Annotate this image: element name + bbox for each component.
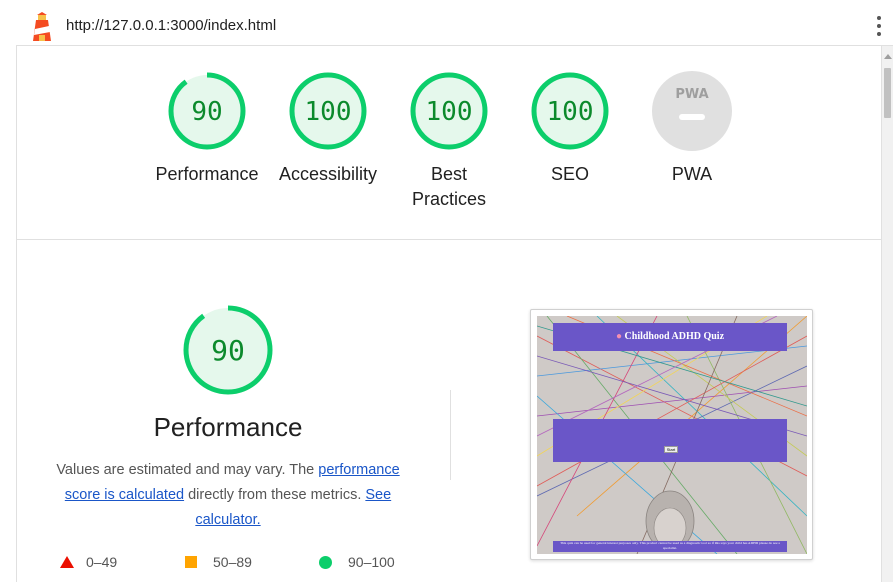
desc-text: Values are estimated and may vary. The — [56, 462, 319, 478]
screenshot-image: ● Childhood ADHD Quiz Start This quiz ca… — [537, 316, 807, 554]
legend-pass: 90–100 — [319, 554, 395, 570]
performance-gauge: 90 — [183, 305, 273, 395]
pass-circle-icon — [319, 555, 332, 569]
average-square-icon — [185, 556, 197, 568]
scroll-thumb[interactable] — [884, 68, 891, 118]
gauge-label: Accessibility — [278, 164, 378, 184]
gauge-label: Best Practices — [411, 164, 487, 209]
lighthouse-logo-icon — [33, 12, 51, 41]
page-url: http://127.0.0.1:3000/index.html — [66, 17, 277, 34]
performance-description: Values are estimated and may vary. The p… — [40, 458, 416, 533]
gauge-ring: 100 — [289, 72, 367, 150]
gauge-pwa[interactable]: PWA PWA — [632, 70, 752, 187]
final-screenshot[interactable]: ● Childhood ADHD Quiz Start This quiz ca… — [530, 309, 813, 560]
kebab-menu-icon[interactable] — [875, 14, 883, 38]
legend-range: 90–100 — [348, 554, 395, 570]
desc-text: directly from these metrics. — [184, 487, 366, 503]
gauge-score: 90 — [191, 97, 222, 127]
gauge-best-practices[interactable]: 100 Best Practices — [389, 70, 509, 212]
gauge-performance[interactable]: 90 Performance — [147, 70, 267, 187]
report-topbar: http://127.0.0.1:3000/index.html — [16, 6, 893, 46]
vertical-scrollbar[interactable] — [882, 46, 893, 582]
category-gauges: 90 Performance 100 Accessibility 100 Bes… — [140, 70, 760, 220]
pwa-badge-icon: PWA — [652, 71, 732, 151]
legend-range: 0–49 — [86, 554, 118, 570]
vertical-divider — [450, 390, 451, 480]
gauge-label: PWA — [671, 164, 713, 184]
gauge-score: 100 — [426, 97, 473, 127]
score-legend: 0–49 50–89 90–100 — [60, 554, 440, 574]
gauge-ring: 90 — [168, 72, 246, 150]
performance-score: 90 — [211, 334, 245, 367]
gauge-score: 100 — [305, 97, 352, 127]
fail-triangle-icon — [60, 556, 74, 568]
section-divider — [16, 239, 882, 240]
legend-range: 50–89 — [213, 554, 252, 570]
gauge-label: Performance — [155, 164, 259, 184]
scroll-up-arrow-icon[interactable] — [884, 54, 892, 59]
gauge-ring: 100 — [410, 72, 488, 150]
gauge-label: SEO — [550, 164, 589, 184]
pwa-badge-text: PWA — [675, 87, 708, 102]
screenshot-footer: This quiz can be used for general intere… — [553, 541, 787, 552]
screenshot-quiz-box: Start — [553, 419, 787, 462]
gauge-seo[interactable]: 100 SEO — [510, 70, 630, 187]
gauge-accessibility[interactable]: 100 Accessibility — [268, 70, 388, 187]
screenshot-start-button: Start — [664, 446, 678, 453]
legend-average: 50–89 — [185, 554, 252, 570]
gauge-ring: 100 — [531, 72, 609, 150]
screenshot-title: Childhood ADHD Quiz — [624, 331, 725, 342]
legend-fail: 0–49 — [60, 554, 117, 570]
screenshot-header: ● Childhood ADHD Quiz — [553, 323, 787, 351]
gauge-score: 100 — [547, 97, 594, 127]
performance-title: Performance — [153, 412, 303, 442]
